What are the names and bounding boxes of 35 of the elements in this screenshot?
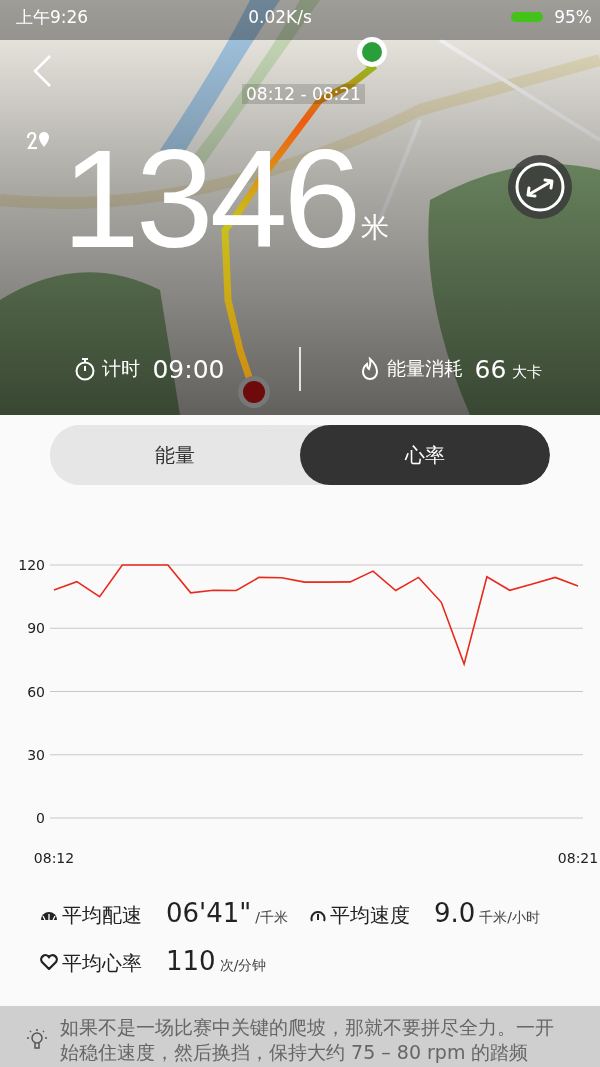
y-tick-label: 90 <box>27 620 45 637</box>
y-tick-label: 120 <box>18 557 45 573</box>
x-tick-label: 08:21 <box>557 850 599 866</box>
summary-unit: 次/分钟 <box>219 957 267 975</box>
y-tick-label: 30 <box>27 746 45 763</box>
status-time: 上午9:26 <box>16 5 89 29</box>
tip-text: 如果不是一场比赛中关键的爬坡，那就不要拼尽全力。一开始稳住速度，然后换挡，保持大约 75 – 80 rpm 的踏频 <box>60 1014 555 1065</box>
expand-button[interactable] <box>508 155 572 219</box>
route-icon <box>26 130 50 152</box>
summary-label: 平均心率 <box>62 950 143 977</box>
gauge-icon <box>40 910 58 922</box>
stopwatch-icon <box>74 357 97 381</box>
summary-unit: 千米/小时 <box>479 909 541 927</box>
y-tick-label: 0 <box>36 810 45 826</box>
summary-unit: /千米 <box>255 909 288 927</box>
stat-unit: 大卡 <box>512 362 543 382</box>
heart-icon <box>40 954 58 970</box>
x-tick-label: 08:12 <box>33 850 75 866</box>
tab[interactable]: 心率 <box>300 425 550 485</box>
stat-value: 09:00 <box>152 354 225 384</box>
summary-value: 06'41" <box>166 898 252 928</box>
battery-icon <box>510 11 545 23</box>
summary-label: 平均速度 <box>330 902 411 929</box>
network-speed: 0.02K/s <box>248 7 313 27</box>
lightbulb-icon <box>26 1027 48 1052</box>
distance-unit: 米 <box>361 210 390 246</box>
summary-label: 平均配速 <box>62 902 143 929</box>
stat-label: 能量消耗 <box>386 356 463 381</box>
summary-value: 9.0 <box>434 898 476 928</box>
summary-value: 110 <box>166 946 216 976</box>
stat-value: 66 <box>474 354 507 384</box>
battery-percent: 95% <box>554 7 592 27</box>
stat-label: 计时 <box>102 356 141 381</box>
y-tick-label: 60 <box>27 683 45 700</box>
speedometer-icon <box>310 908 326 922</box>
